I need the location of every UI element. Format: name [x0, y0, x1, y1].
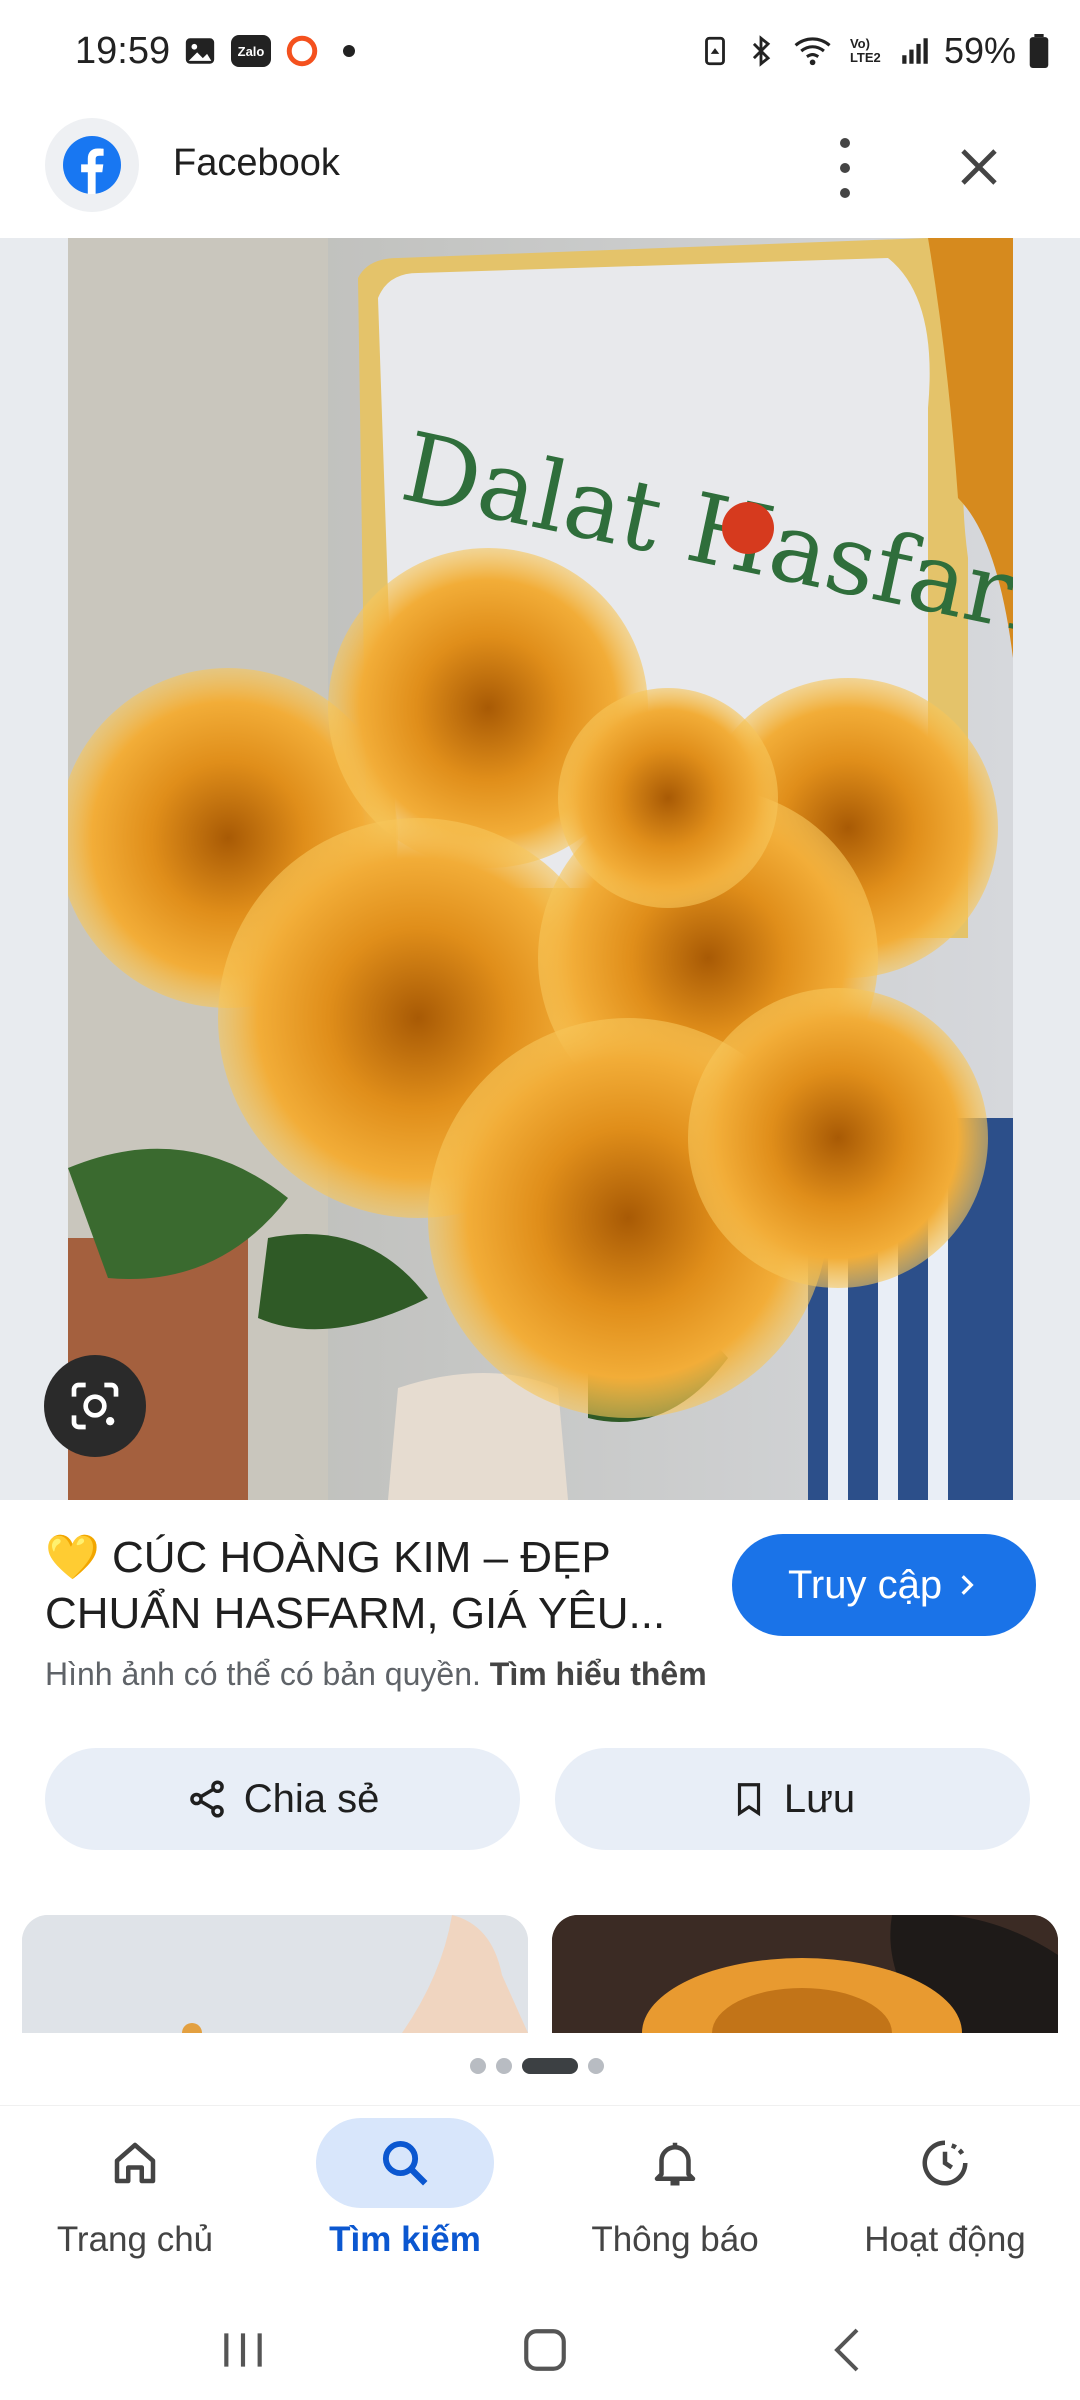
nav-label: Thông báo	[591, 2220, 759, 2259]
back-button[interactable]	[807, 2315, 887, 2385]
more-dot	[840, 163, 850, 173]
learn-more-link[interactable]: Tìm hiểu thêm	[490, 1656, 707, 1692]
facebook-icon	[63, 136, 121, 194]
search-icon	[382, 2140, 428, 2186]
nav-label: Tìm kiếm	[329, 2220, 481, 2259]
source-title: Facebook	[173, 142, 340, 184]
home-icon	[114, 2142, 156, 2184]
share-icon	[189, 1780, 224, 1818]
copyright-notice: Hình ảnh có thể có bản quyền. Tìm hiểu t…	[45, 1656, 707, 1693]
nav-home[interactable]: Trang chủ	[0, 2118, 270, 2288]
page-dot	[588, 2058, 604, 2074]
visit-label: Truy cập	[787, 1562, 943, 1607]
related-image-card[interactable]	[552, 1915, 1058, 2033]
nav-notifications[interactable]: Thông báo	[540, 2118, 810, 2288]
carousel-pagination	[470, 2058, 604, 2074]
page-dot	[496, 2058, 512, 2074]
result-title[interactable]: 💛 CÚC HOÀNG KIM – ĐẸP CHUẨN HASFARM, GIÁ…	[45, 1530, 695, 1642]
result-image[interactable]: Dalat Hasfarm	[68, 238, 1013, 1500]
bluetooth-icon	[752, 35, 771, 67]
nav-label: Hoạt động	[864, 2220, 1026, 2259]
page-dot-active	[522, 2058, 578, 2074]
copyright-text: Hình ảnh có thể có bản quyền.	[45, 1656, 481, 1692]
home-button[interactable]	[505, 2315, 585, 2385]
save-button[interactable]: Lưu	[555, 1748, 1030, 1850]
recents-button[interactable]	[203, 2315, 283, 2385]
nav-icon-container	[586, 2118, 764, 2208]
lens-search-button[interactable]	[44, 1355, 146, 1457]
recents-icon	[224, 2333, 262, 2367]
signal-icon	[902, 38, 928, 64]
close-icon[interactable]	[955, 143, 1003, 191]
network-label: Vo) LTE2	[849, 36, 881, 65]
bell-icon	[654, 2142, 696, 2186]
facebook-logo	[45, 118, 139, 212]
gallery-icon	[185, 38, 215, 64]
more-dot	[840, 188, 850, 198]
battery-icon	[1029, 34, 1049, 68]
visit-button[interactable]: Truy cập	[732, 1534, 1036, 1636]
status-more-dot	[343, 45, 355, 57]
zalo-icon: Zalo	[231, 35, 271, 67]
status-time: 19:59	[75, 30, 171, 72]
image-viewer[interactable]: Dalat Hasfarm	[0, 238, 1080, 1500]
save-label: Lưu	[783, 1776, 856, 1821]
related-image-card[interactable]	[22, 1915, 528, 2033]
nav-icon-container	[856, 2118, 1034, 2208]
app-header: Facebook	[0, 108, 1080, 238]
more-dot	[840, 138, 850, 148]
nav-search[interactable]: Tìm kiếm	[270, 2118, 540, 2288]
related-image	[22, 1915, 528, 2033]
home-square-icon	[524, 2329, 566, 2371]
status-notification-icons: Zalo	[183, 34, 355, 68]
battery-saver-icon	[705, 36, 725, 66]
wifi-icon	[794, 37, 831, 66]
related-image	[552, 1915, 1058, 2033]
system-navigation-bar	[0, 2295, 1080, 2400]
activity-icon	[922, 2140, 968, 2186]
bottom-navigation: Trang chủ Tìm kiếm Thông báo Hoạt động	[0, 2105, 1080, 2296]
share-label: Chia sẻ	[243, 1776, 380, 1821]
google-lens-icon	[71, 1382, 119, 1430]
nav-icon-container	[316, 2118, 494, 2208]
page-dot	[470, 2058, 486, 2074]
battery-percent: 59%	[943, 30, 1016, 71]
chevron-right-icon	[961, 1575, 974, 1595]
record-icon	[286, 35, 318, 67]
nav-activity[interactable]: Hoạt động	[810, 2118, 1080, 2288]
back-chevron-icon	[834, 2328, 859, 2372]
nav-label: Trang chủ	[56, 2220, 214, 2259]
bookmark-icon	[737, 1783, 760, 1817]
flower-photo: Dalat Hasfarm	[68, 238, 1013, 1500]
status-system-icons: Vo) LTE2 59%	[698, 30, 1050, 72]
nav-icon-container	[46, 2118, 224, 2208]
status-bar: 19:59 Zalo Vo) LTE2 59%	[0, 0, 1080, 105]
more-options-button[interactable]	[820, 138, 870, 198]
share-button[interactable]: Chia sẻ	[45, 1748, 520, 1850]
